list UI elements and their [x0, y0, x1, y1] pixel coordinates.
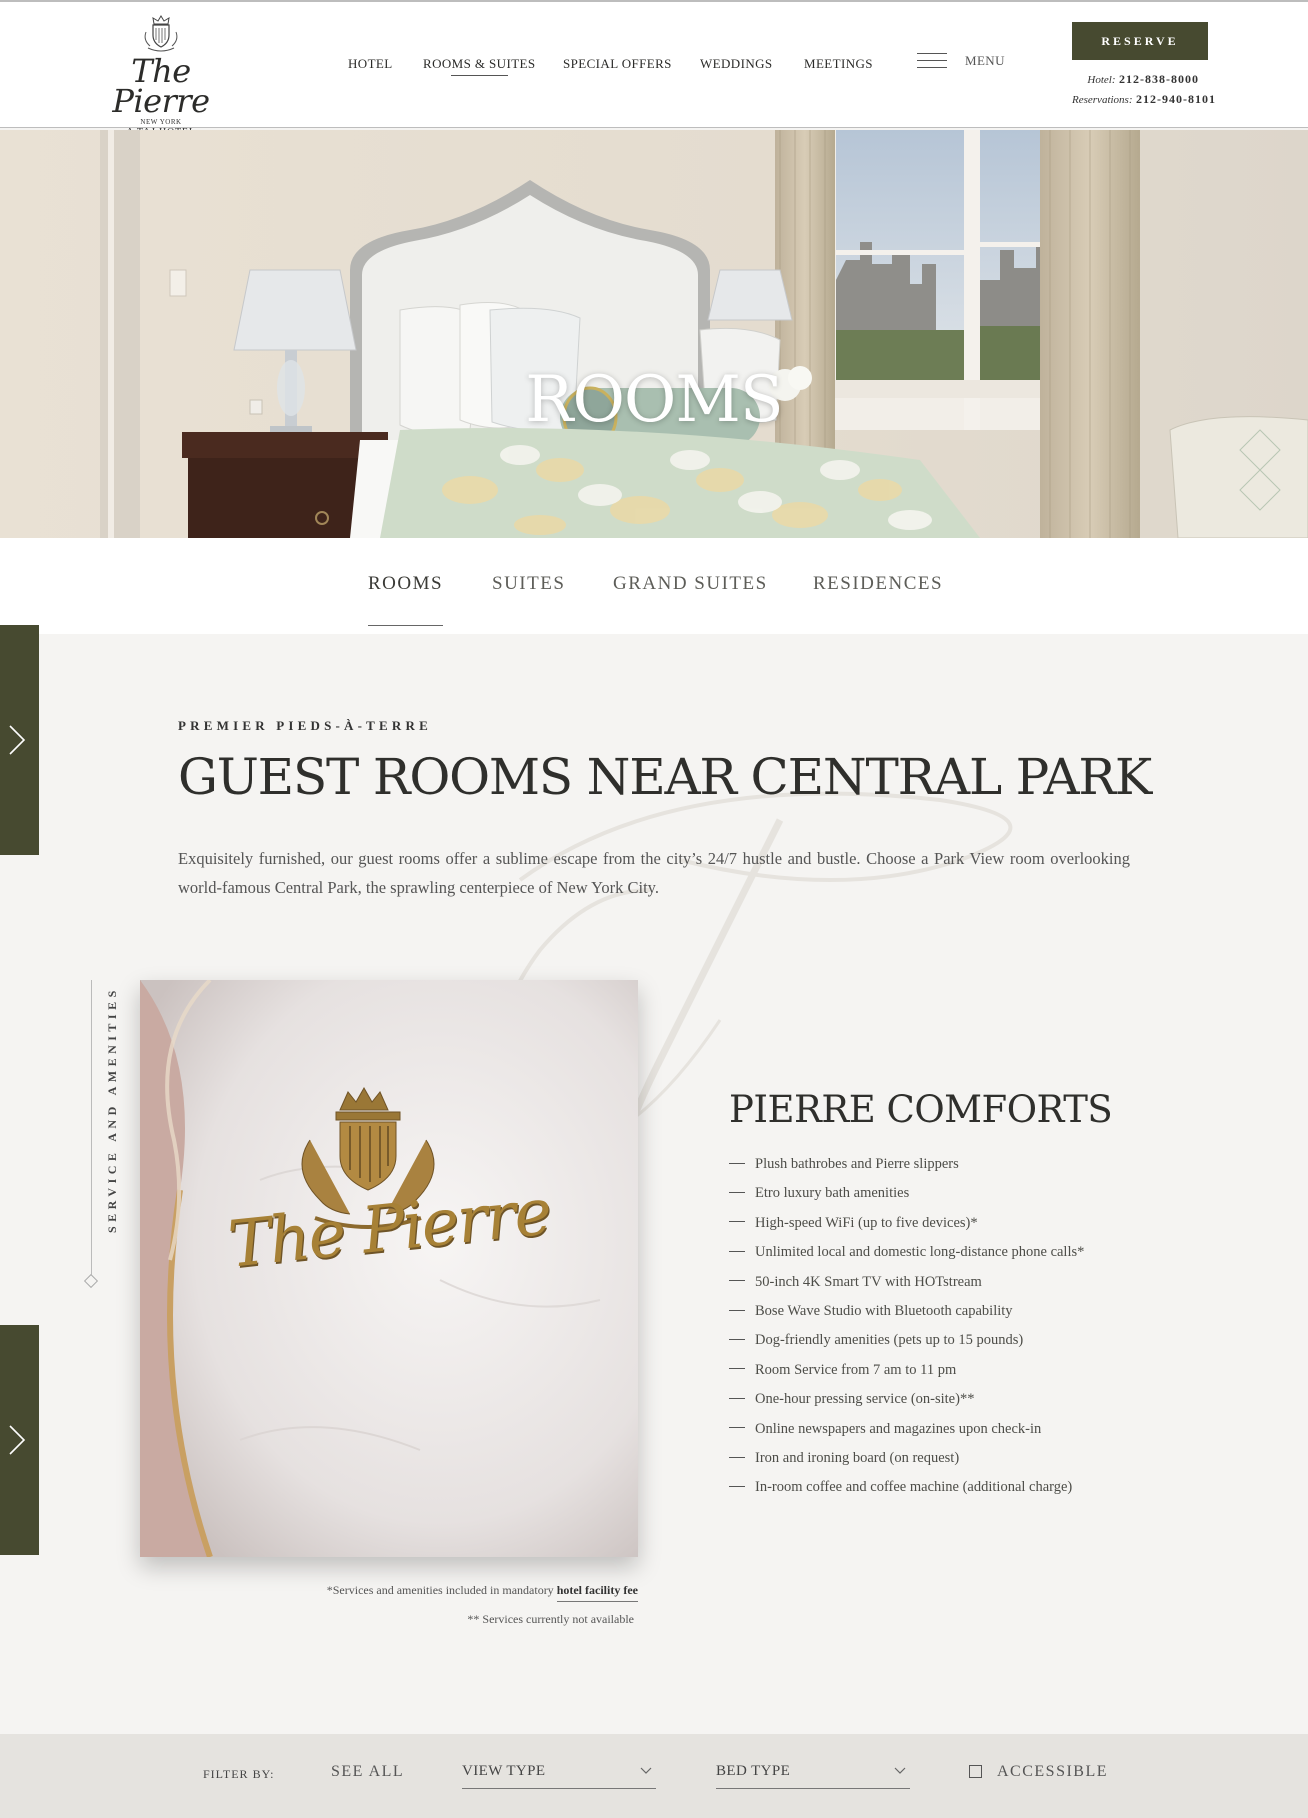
bed-type-value: BED TYPE	[716, 1763, 791, 1779]
list-item: 50-inch 4K Smart TV with HOTstream	[729, 1271, 1084, 1300]
dash-icon	[729, 1397, 745, 1399]
view-type-value: VIEW TYPE	[462, 1763, 546, 1779]
tab-residences[interactable]: RESIDENCES	[813, 573, 943, 595]
dash-icon	[729, 1309, 745, 1311]
hero-banner: ROOMS	[0, 130, 1308, 538]
bathrobe-photo: The Pierre	[140, 980, 638, 1557]
nav-hotel[interactable]: HOTEL	[348, 56, 393, 72]
diamond-ornament	[83, 1273, 99, 1289]
chevron-down-icon	[640, 1767, 652, 1774]
list-item: Iron and ironing board (on request)	[729, 1447, 1084, 1476]
chevron-right-icon	[9, 725, 26, 755]
nav-weddings[interactable]: WEDDINGS	[700, 56, 773, 72]
dash-icon	[729, 1192, 745, 1194]
checkbox-icon[interactable]	[969, 1765, 982, 1778]
amenities-list: Plush bathrobes and Pierre slippers Etro…	[729, 1153, 1084, 1506]
room-type-tabs: ROOMS SUITES GRAND SUITES RESIDENCES	[0, 538, 1308, 634]
fee-footnote: *Services and amenities included in mand…	[326, 1583, 638, 1602]
list-item: Room Service from 7 am to 11 pm	[729, 1359, 1084, 1388]
unavailable-footnote: ** Services currently not available	[467, 1612, 634, 1626]
dash-icon	[729, 1368, 745, 1370]
dash-icon	[729, 1221, 745, 1223]
crest-icon	[144, 15, 178, 52]
list-item: Unlimited local and domestic long-distan…	[729, 1241, 1084, 1270]
section-vertical-label: SERVICE AND AMENITIES	[105, 986, 119, 1233]
tab-rooms[interactable]: ROOMS	[368, 573, 444, 626]
dash-icon	[729, 1162, 745, 1164]
accessible-label: ACCESSIBLE	[997, 1763, 1109, 1780]
nav-rooms-suites[interactable]: ROOMS & SUITES	[423, 56, 536, 76]
list-item: High-speed WiFi (up to five devices)*	[729, 1212, 1084, 1241]
logo-wordmark: The Pierre	[112, 52, 210, 120]
chevron-right-icon	[9, 1425, 26, 1455]
reservations-phone-label: Reservations:	[1072, 94, 1133, 106]
section-eyebrow: PREMIER PIEDS-À-TERRE	[178, 718, 432, 733]
list-item: Dog-friendly amenities (pets up to 15 po…	[729, 1329, 1084, 1358]
side-next-button-top[interactable]	[0, 625, 39, 855]
hotel-phone-label: Hotel:	[1087, 74, 1116, 86]
reserve-button[interactable]: RESERVE	[1072, 22, 1208, 60]
dash-icon	[729, 1456, 745, 1458]
tab-suites[interactable]: SUITES	[492, 573, 565, 595]
vertical-divider	[91, 980, 92, 1280]
bed-type-select[interactable]: BED TYPE	[716, 1756, 910, 1789]
pierre-logo[interactable]: The Pierre NEW YORK A TAJ HOTEL	[86, 14, 236, 138]
hotel-phone-number[interactable]: 212-838-8000	[1119, 72, 1199, 86]
site-header: The Pierre NEW YORK A TAJ HOTEL HOTEL RO…	[0, 0, 1308, 138]
fee-footnote-text: *Services and amenities included in mand…	[326, 1583, 554, 1597]
side-next-button-bottom[interactable]	[0, 1325, 39, 1555]
dash-icon	[729, 1250, 745, 1252]
dash-icon	[729, 1280, 745, 1282]
nav-special-offers[interactable]: SPECIAL OFFERS	[563, 56, 672, 72]
list-item: In-room coffee and coffee machine (addit…	[729, 1476, 1084, 1505]
hotel-phone[interactable]: Hotel: 212-838-8000	[1087, 72, 1199, 87]
list-item: One-hour pressing service (on-site)**	[729, 1388, 1084, 1417]
filter-bar: FILTER BY: SEE ALL VIEW TYPE BED TYPE AC…	[0, 1734, 1308, 1818]
view-type-select[interactable]: VIEW TYPE	[462, 1756, 656, 1789]
comforts-heading: PIERRE COMFORTS	[729, 1088, 1113, 1131]
dash-icon	[729, 1427, 745, 1429]
see-all-button[interactable]: SEE ALL	[331, 1763, 404, 1781]
intro-paragraph: Exquisitely furnished, our guest rooms o…	[178, 849, 1130, 897]
dash-icon	[729, 1485, 745, 1487]
reservations-phone-number[interactable]: 212-940-8101	[1136, 92, 1216, 106]
list-item: Bose Wave Studio with Bluetooth capabili…	[729, 1300, 1084, 1329]
list-item: Plush bathrobes and Pierre slippers	[729, 1153, 1084, 1182]
dash-icon	[729, 1339, 745, 1341]
filter-label: FILTER BY:	[203, 1767, 275, 1781]
hero-bedroom-image	[0, 130, 1308, 538]
menu-label: MENU	[965, 53, 1005, 68]
list-item: Etro luxury bath amenities	[729, 1182, 1084, 1211]
list-item: Online newspapers and magazines upon che…	[729, 1418, 1084, 1447]
hero-title: ROOMS	[525, 362, 784, 437]
chevron-down-icon	[894, 1767, 906, 1774]
hamburger-icon	[917, 53, 947, 69]
tab-grand-suites[interactable]: GRAND SUITES	[613, 573, 768, 595]
hotel-facility-fee-link[interactable]: hotel facility fee	[556, 1583, 638, 1602]
logo-city: NEW YORK	[140, 118, 182, 126]
nav-meetings[interactable]: MEETINGS	[804, 56, 873, 72]
page-heading: GUEST ROOMS NEAR CENTRAL PARK	[178, 748, 1152, 806]
reservations-phone[interactable]: Reservations: 212-940-8101	[1072, 92, 1216, 107]
